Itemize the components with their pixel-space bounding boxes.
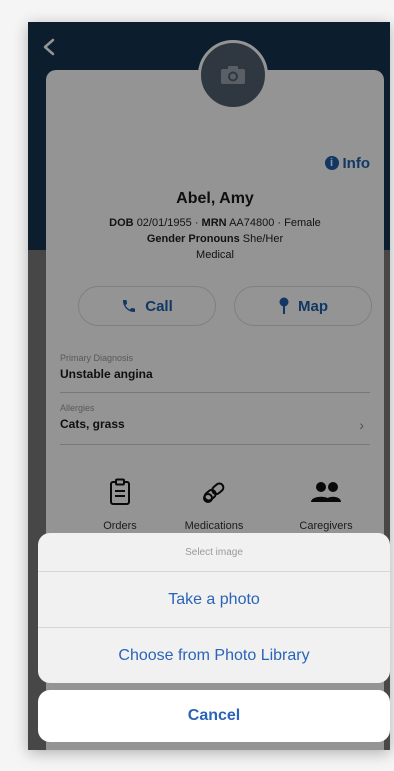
select-image-sheet: Select image Take a photo Choose from Ph… (38, 533, 390, 683)
people-icon (276, 476, 376, 508)
map-button[interactable]: Map (234, 286, 372, 326)
patient-category: Medical (196, 249, 234, 261)
pronouns-value: She/Her (242, 233, 284, 245)
cancel-button[interactable]: Cancel (38, 690, 390, 742)
allergies-row[interactable]: Allergies Cats, grass › (60, 403, 370, 445)
tile-caregivers[interactable]: Caregivers (276, 476, 376, 532)
avatar[interactable] (198, 40, 268, 110)
patient-name: Abel, Amy (176, 190, 254, 207)
dob-value: 02/01/1955 (136, 217, 192, 229)
photo-library-option[interactable]: Choose from Photo Library (38, 628, 390, 683)
primary-diagnosis-value: Unstable angina (60, 367, 153, 381)
tile-orders[interactable]: Orders (70, 476, 170, 532)
tile-label: Medications (184, 520, 244, 532)
back-button[interactable] (36, 34, 62, 60)
clipboard-icon (70, 476, 170, 508)
camera-icon (221, 66, 245, 84)
sheet-title: Select image (38, 533, 390, 572)
sex-value: Female (284, 217, 321, 229)
mrn-label: MRN (201, 217, 227, 229)
dob-label: DOB (109, 217, 134, 229)
tile-medications[interactable]: Medications (164, 476, 264, 532)
allergies-label: Allergies (60, 403, 95, 413)
chevron-left-icon (43, 38, 55, 56)
mrn-value: AA74800 (229, 217, 275, 229)
primary-diagnosis-field: Primary Diagnosis Unstable angina (60, 353, 370, 393)
take-photo-option[interactable]: Take a photo (38, 572, 390, 628)
separator: · (277, 217, 282, 229)
pronouns-label: Gender Pronouns (146, 233, 240, 245)
patient-demographics: DOB 02/01/1955 · MRN AA74800 · Female (46, 217, 384, 229)
call-label: Call (145, 297, 173, 315)
map-label: Map (298, 297, 328, 315)
phone-icon (123, 300, 136, 312)
pills-icon (164, 476, 264, 508)
patient-pronouns: Gender Pronouns She/Her (46, 233, 384, 245)
separator: · (194, 217, 199, 229)
map-pin-icon (279, 297, 289, 314)
info-circle-icon: i (324, 156, 339, 170)
primary-diagnosis-label: Primary Diagnosis (60, 353, 134, 363)
chevron-right-icon: › (359, 417, 364, 433)
call-button[interactable]: Call (78, 286, 216, 326)
tile-label: Caregivers (299, 520, 353, 532)
tile-label: Orders (103, 520, 137, 532)
info-button[interactable]: i Info (324, 154, 371, 172)
allergies-value: Cats, grass (60, 417, 125, 431)
info-label: Info (342, 154, 371, 172)
